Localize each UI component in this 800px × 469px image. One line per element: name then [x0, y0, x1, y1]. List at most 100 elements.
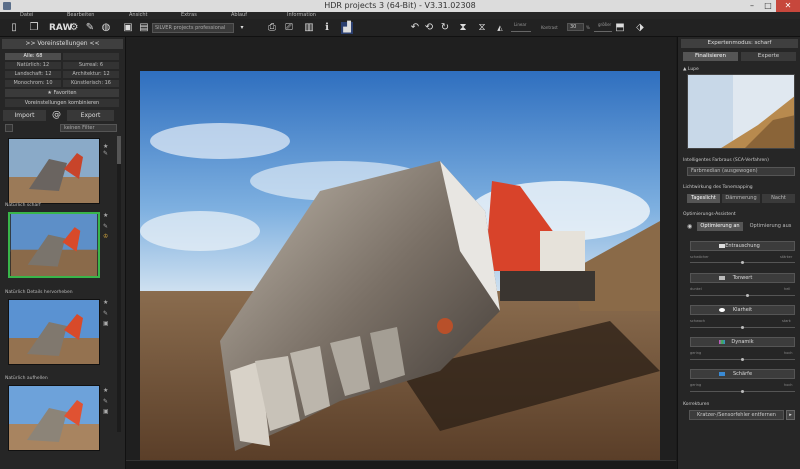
- menu-file[interactable]: Datei: [20, 12, 33, 18]
- favorite-star-icon[interactable]: ★: [103, 143, 108, 150]
- favorites-label: Favoriten: [53, 90, 77, 96]
- preset-copy-icon[interactable]: ▣: [103, 408, 109, 415]
- clarity-button[interactable]: Klarheit: [690, 305, 795, 315]
- menu-edit[interactable]: Bearbeiten: [67, 12, 94, 18]
- optimize-off-button[interactable]: Optimierung aus: [746, 222, 795, 231]
- loupe-preview[interactable]: [687, 74, 795, 149]
- dropdown-chevron-icon[interactable]: ▾: [236, 22, 248, 34]
- print-icon[interactable]: ⎚: [283, 22, 295, 34]
- perspective-icon[interactable]: ◭: [494, 22, 506, 34]
- favorite-star-icon[interactable]: ★: [103, 299, 108, 306]
- flip-vertical-icon[interactable]: ⧖: [476, 22, 488, 34]
- open-series-icon[interactable]: ❐: [28, 22, 40, 34]
- main-photo[interactable]: [140, 71, 660, 461]
- film-icon[interactable]: ▤: [138, 22, 150, 34]
- light-mode-daylight[interactable]: Tageslicht: [687, 194, 720, 203]
- settings-gear-icon[interactable]: ⚙: [68, 22, 80, 34]
- compare-icon[interactable]: ▥: [303, 22, 315, 34]
- preset-copy-icon[interactable]: ▣: [103, 320, 109, 327]
- category-empty[interactable]: [63, 53, 119, 60]
- new-file-icon[interactable]: ▯: [8, 22, 20, 34]
- preset-edit-icon[interactable]: ✎: [103, 223, 108, 230]
- info-icon[interactable]: ℹ: [321, 22, 333, 34]
- linear-slider[interactable]: [511, 31, 531, 32]
- preset-thumb-4[interactable]: [8, 385, 100, 451]
- maximize-icon[interactable]: □: [760, 0, 776, 12]
- preset-label: Natürlich Details hervorheben: [5, 290, 73, 295]
- scratch-settings-icon[interactable]: ▸: [786, 410, 795, 420]
- palette-icon[interactable]: ◍: [100, 22, 112, 34]
- filter-checkbox[interactable]: [5, 124, 13, 132]
- color-mode-select[interactable]: Farbmedian (ausgewogen): [687, 167, 795, 176]
- favorites-button[interactable]: ★ Favoriten: [5, 89, 119, 97]
- minimize-icon[interactable]: –: [744, 0, 760, 12]
- menu-information[interactable]: Information: [287, 12, 316, 18]
- tone-slider[interactable]: [690, 295, 795, 296]
- light-mode-night[interactable]: Nacht: [762, 194, 795, 203]
- rotate-right-icon[interactable]: ↻: [439, 22, 451, 34]
- menu-bar: Datei Bearbeiten Ansicht Extras Ablauf I…: [0, 12, 800, 19]
- clarity-slider-knob[interactable]: [741, 326, 744, 329]
- category-landscape[interactable]: Landschaft: 12: [5, 71, 61, 78]
- combine-presets-button[interactable]: Voreinstellungen kombinieren: [5, 99, 119, 107]
- tone-max-label: hell: [784, 287, 791, 291]
- optimize-on-button[interactable]: Optimierung an: [697, 222, 743, 231]
- histogram-icon[interactable]: ▟: [341, 22, 353, 34]
- preset-edit-icon[interactable]: ✎: [103, 310, 108, 317]
- contrast-value-input[interactable]: 30: [567, 23, 584, 31]
- menu-flow[interactable]: Ablauf: [231, 12, 247, 18]
- tab-expert[interactable]: Experte: [741, 52, 796, 61]
- size-slider[interactable]: [594, 31, 612, 32]
- sharpness-button[interactable]: Schärfe: [690, 369, 795, 379]
- menu-view[interactable]: Ansicht: [129, 12, 147, 18]
- brush-icon[interactable]: ✎: [84, 22, 96, 34]
- preset-edit-icon[interactable]: ✎: [103, 150, 108, 157]
- export-icon[interactable]: ⎙: [266, 22, 278, 34]
- filter-select[interactable]: keinen Filter: [60, 124, 117, 132]
- menu-extras[interactable]: Extras: [181, 12, 197, 18]
- export-button[interactable]: Export: [67, 110, 114, 121]
- rotate-left-icon[interactable]: ↶: [409, 22, 421, 34]
- preset-select[interactable]: SILVER projects professional: [152, 23, 234, 33]
- light-mode-dusk[interactable]: Dämmerung: [722, 194, 760, 203]
- rotate-icon[interactable]: ⟲: [423, 22, 435, 34]
- sharpness-slider-knob[interactable]: [741, 390, 744, 393]
- tab-finalize[interactable]: Finalisieren: [683, 52, 738, 61]
- close-icon[interactable]: ✕: [776, 0, 800, 12]
- presets-header[interactable]: >> Voreinstellungen <<: [2, 39, 123, 49]
- flip-horizontal-icon[interactable]: ⧗: [457, 22, 469, 34]
- preset-thumb-1[interactable]: [8, 138, 100, 204]
- presets-scrollbar[interactable]: [117, 136, 121, 432]
- scrollbar-thumb[interactable]: [117, 136, 121, 164]
- preset-thumb-3[interactable]: [8, 299, 100, 365]
- assistant-icon: ◉: [687, 223, 693, 230]
- category-monochrome[interactable]: Monochrom: 10: [5, 80, 61, 87]
- category-architecture[interactable]: Architektur: 12: [63, 71, 119, 78]
- import-button[interactable]: Import: [3, 110, 46, 121]
- favorite-star-icon[interactable]: ★: [103, 387, 108, 394]
- canvas-scrollbar[interactable]: [126, 460, 676, 469]
- dynamics-slider-knob[interactable]: [741, 358, 744, 361]
- crop-icon[interactable]: ⬒: [614, 22, 626, 34]
- preset-badge-icon[interactable]: ♔: [103, 233, 108, 240]
- scratch-removal-button[interactable]: Kratzer-/Sensorfehler entfernen: [689, 410, 784, 420]
- sharpness-min-label: gering: [690, 383, 702, 387]
- denoise-max-label: stärker: [780, 255, 793, 259]
- denoise-slider-knob[interactable]: [741, 261, 744, 264]
- tone-slider-knob[interactable]: [746, 294, 750, 297]
- at-icon[interactable]: @: [52, 110, 61, 120]
- expert-header[interactable]: Expertenmodus: scharf: [681, 39, 798, 48]
- category-natural[interactable]: Natürlich: 12: [5, 62, 61, 69]
- favorite-star-icon[interactable]: ★: [103, 212, 108, 219]
- category-artistic[interactable]: Künstlerisch: 16: [63, 80, 119, 87]
- denoise-button[interactable]: Entrauschung: [690, 241, 795, 251]
- preset-thumb-2[interactable]: [8, 212, 100, 278]
- category-surreal[interactable]: Surreal: 6: [63, 62, 119, 69]
- tone-button[interactable]: Tonwert: [690, 273, 795, 283]
- transform-icon[interactable]: ⬗: [634, 22, 646, 34]
- category-all[interactable]: Alle: 68: [5, 53, 61, 60]
- image-canvas[interactable]: [126, 37, 676, 469]
- dynamics-button[interactable]: Dynamik: [690, 337, 795, 347]
- save-icon[interactable]: ▣: [122, 22, 134, 34]
- preset-edit-icon[interactable]: ✎: [103, 398, 108, 405]
